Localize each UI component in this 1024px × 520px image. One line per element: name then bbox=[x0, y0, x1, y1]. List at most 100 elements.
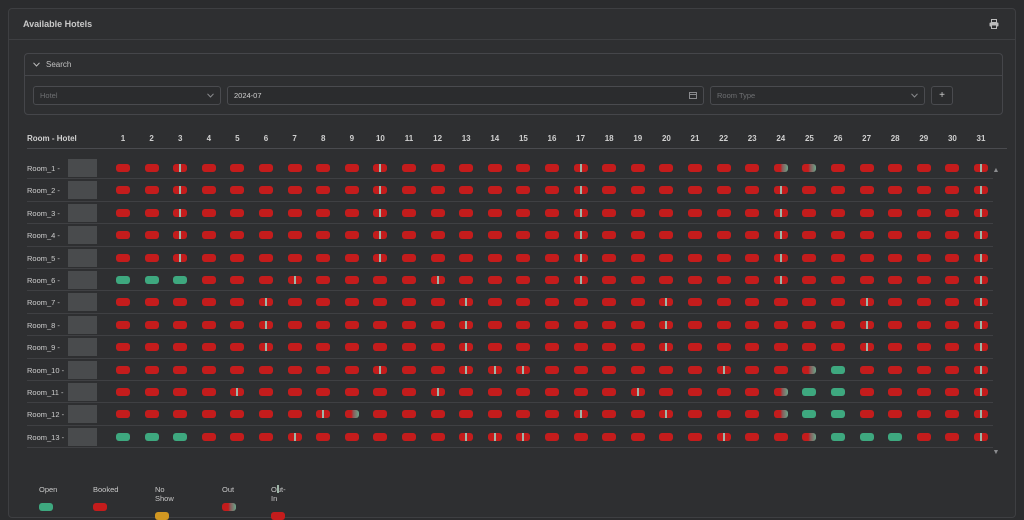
day-cell[interactable] bbox=[602, 365, 617, 374]
day-cell[interactable] bbox=[974, 298, 988, 307]
day-cell[interactable] bbox=[745, 208, 760, 217]
day-cell[interactable] bbox=[602, 253, 617, 262]
day-cell[interactable] bbox=[373, 343, 388, 352]
day-cell[interactable] bbox=[916, 298, 931, 307]
day-cell[interactable] bbox=[716, 208, 731, 217]
day-cell[interactable] bbox=[230, 298, 245, 307]
day-cell[interactable] bbox=[173, 387, 188, 396]
day-cell[interactable] bbox=[373, 365, 388, 374]
day-cell[interactable] bbox=[516, 208, 531, 217]
day-cell[interactable] bbox=[888, 432, 903, 441]
day-cell[interactable] bbox=[344, 387, 359, 396]
day-cell[interactable] bbox=[831, 164, 845, 172]
day-cell[interactable] bbox=[974, 253, 988, 262]
day-cell[interactable] bbox=[430, 164, 445, 172]
day-cell[interactable] bbox=[831, 410, 845, 419]
day-cell[interactable] bbox=[516, 231, 531, 240]
day-cell[interactable] bbox=[487, 387, 502, 396]
day-cell[interactable] bbox=[430, 231, 445, 240]
day-cell[interactable] bbox=[745, 164, 760, 172]
day-cell[interactable] bbox=[430, 253, 445, 262]
day-cell[interactable] bbox=[688, 275, 702, 284]
day-cell[interactable] bbox=[402, 432, 416, 441]
day-cell[interactable] bbox=[116, 410, 130, 419]
day-cell[interactable] bbox=[716, 164, 731, 172]
day-cell[interactable] bbox=[688, 231, 702, 240]
day-cell[interactable] bbox=[831, 343, 845, 352]
day-cell[interactable] bbox=[859, 164, 874, 172]
day-cell[interactable] bbox=[659, 410, 674, 419]
day-cell[interactable] bbox=[974, 343, 988, 352]
day-cell[interactable] bbox=[716, 253, 731, 262]
day-cell[interactable] bbox=[316, 186, 331, 195]
day-cell[interactable] bbox=[373, 432, 388, 441]
day-cell[interactable] bbox=[201, 320, 216, 329]
day-cell[interactable] bbox=[373, 275, 388, 284]
day-cell[interactable] bbox=[773, 320, 788, 329]
day-cell[interactable] bbox=[802, 410, 817, 419]
day-cell[interactable] bbox=[516, 275, 531, 284]
day-cell[interactable] bbox=[573, 365, 588, 374]
day-cell[interactable] bbox=[259, 432, 273, 441]
day-cell[interactable] bbox=[545, 410, 559, 419]
day-cell[interactable] bbox=[802, 253, 817, 262]
day-cell[interactable] bbox=[831, 320, 845, 329]
day-cell[interactable] bbox=[831, 186, 845, 195]
day-cell[interactable] bbox=[201, 432, 216, 441]
day-cell[interactable] bbox=[173, 253, 188, 262]
day-cell[interactable] bbox=[402, 275, 416, 284]
day-cell[interactable] bbox=[630, 320, 645, 329]
day-cell[interactable] bbox=[430, 320, 445, 329]
day-cell[interactable] bbox=[802, 432, 817, 441]
day-cell[interactable] bbox=[859, 231, 874, 240]
day-cell[interactable] bbox=[716, 432, 731, 441]
day-cell[interactable] bbox=[459, 208, 474, 217]
day-cell[interactable] bbox=[316, 320, 331, 329]
day-cell[interactable] bbox=[773, 208, 788, 217]
day-cell[interactable] bbox=[659, 186, 674, 195]
day-cell[interactable] bbox=[773, 343, 788, 352]
day-cell[interactable] bbox=[716, 365, 731, 374]
day-cell[interactable] bbox=[459, 253, 474, 262]
day-cell[interactable] bbox=[230, 186, 245, 195]
day-cell[interactable] bbox=[116, 298, 130, 307]
day-cell[interactable] bbox=[230, 365, 245, 374]
day-cell[interactable] bbox=[802, 164, 817, 172]
day-cell[interactable] bbox=[859, 253, 874, 262]
day-cell[interactable] bbox=[430, 343, 445, 352]
day-cell[interactable] bbox=[487, 410, 502, 419]
day-cell[interactable] bbox=[516, 298, 531, 307]
day-cell[interactable] bbox=[945, 208, 960, 217]
grid-scrollbar[interactable]: ▲ ▼ bbox=[992, 167, 1000, 457]
day-cell[interactable] bbox=[802, 365, 817, 374]
day-cell[interactable] bbox=[516, 387, 531, 396]
day-cell[interactable] bbox=[545, 231, 559, 240]
day-cell[interactable] bbox=[287, 275, 302, 284]
day-cell[interactable] bbox=[116, 231, 130, 240]
day-cell[interactable] bbox=[201, 164, 216, 172]
day-cell[interactable] bbox=[545, 320, 559, 329]
day-cell[interactable] bbox=[888, 164, 903, 172]
day-cell[interactable] bbox=[201, 298, 216, 307]
day-cell[interactable] bbox=[344, 298, 359, 307]
day-cell[interactable] bbox=[602, 410, 617, 419]
day-cell[interactable] bbox=[287, 432, 302, 441]
day-cell[interactable] bbox=[144, 253, 159, 262]
day-cell[interactable] bbox=[802, 343, 817, 352]
day-cell[interactable] bbox=[659, 320, 674, 329]
day-cell[interactable] bbox=[745, 343, 760, 352]
day-cell[interactable] bbox=[773, 164, 788, 172]
day-cell[interactable] bbox=[402, 186, 416, 195]
day-cell[interactable] bbox=[259, 208, 273, 217]
day-cell[interactable] bbox=[287, 298, 302, 307]
day-cell[interactable] bbox=[316, 298, 331, 307]
day-cell[interactable] bbox=[259, 410, 273, 419]
day-cell[interactable] bbox=[487, 186, 502, 195]
day-cell[interactable] bbox=[344, 275, 359, 284]
day-cell[interactable] bbox=[773, 387, 788, 396]
day-cell[interactable] bbox=[230, 320, 245, 329]
day-cell[interactable] bbox=[945, 231, 960, 240]
day-cell[interactable] bbox=[745, 365, 760, 374]
day-cell[interactable] bbox=[802, 387, 817, 396]
day-cell[interactable] bbox=[545, 208, 559, 217]
